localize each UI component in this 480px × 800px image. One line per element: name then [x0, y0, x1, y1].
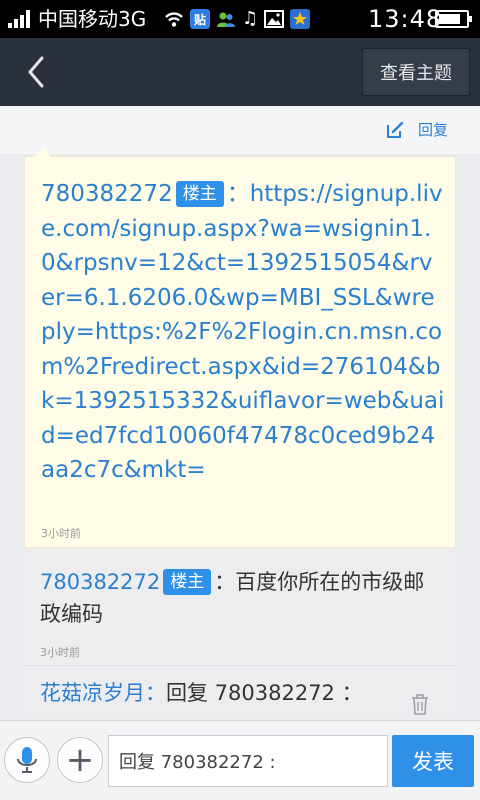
post-author[interactable]: 780382272 [41, 181, 173, 207]
plus-icon: + [65, 740, 95, 780]
back-button[interactable] [18, 52, 58, 92]
signal-icon [8, 10, 34, 28]
post-timestamp: 3小时前 [41, 527, 81, 540]
floor-owner-badge: 楼主 [163, 569, 212, 595]
comment-timestamp: 3小时前 [40, 646, 80, 659]
post-content: 780382272 楼主 ：https://signup.live.com/sign… [41, 177, 445, 488]
chevron-left-icon [28, 56, 44, 88]
post-text[interactable]: https://signup.live.com/signup.aspx?wa=w… [41, 181, 444, 483]
wifi-icon [165, 12, 183, 27]
floor-owner-badge: 楼主 [175, 181, 224, 207]
comment-separator: ： [214, 570, 236, 594]
music-icon: ♫ [242, 8, 259, 29]
tieba-icon: 贴 [190, 9, 210, 29]
trash-icon[interactable] [410, 693, 430, 715]
reply-input[interactable] [108, 735, 388, 787]
reply-bar: + 发表 [0, 720, 480, 800]
star-icon [290, 9, 311, 29]
microphone-icon [17, 747, 37, 773]
add-attachment-button[interactable]: + [57, 737, 103, 783]
comment-content: 780382272 楼主 ：百度你所在的市级邮政编码 [40, 566, 444, 630]
post-actions: 回复 [0, 106, 480, 154]
comment-author[interactable]: 花菇凉岁月 [40, 681, 145, 705]
publish-button[interactable]: 发表 [392, 735, 474, 787]
battery-icon [435, 10, 472, 28]
carrier-name: 中国移动3G [38, 7, 147, 31]
edit-icon[interactable] [385, 120, 405, 140]
voice-button[interactable] [4, 737, 50, 783]
image-icon [264, 10, 285, 28]
notification-icons: 贴 ♫ [164, 8, 311, 30]
comment-content: 花菇凉岁月：回复 780382272 ： [40, 677, 444, 709]
comment-item[interactable]: 花菇凉岁月：回复 780382272 ： [24, 667, 456, 719]
reply-link[interactable]: 回复 [418, 120, 448, 140]
comment-item[interactable]: 780382272 楼主 ：百度你所在的市级邮政编码 3小时前 [24, 548, 456, 666]
clock: 13:48 [368, 5, 443, 33]
comment-separator: ： [145, 681, 166, 705]
nav-bar: 查看主题 [0, 38, 480, 106]
post-separator: ： [226, 181, 250, 207]
view-topic-button[interactable]: 查看主题 [362, 48, 470, 96]
comment-text: 回复 780382272 ： [166, 681, 363, 705]
floor-owner-post: 780382272 楼主 ：https://signup.live.com/sign… [24, 147, 456, 548]
battery-level [439, 14, 460, 24]
comment-author[interactable]: 780382272 [40, 570, 160, 594]
contacts-icon [217, 12, 235, 27]
status-bar: 中国移动3G 贴 ♫ 13:48 [0, 0, 480, 38]
